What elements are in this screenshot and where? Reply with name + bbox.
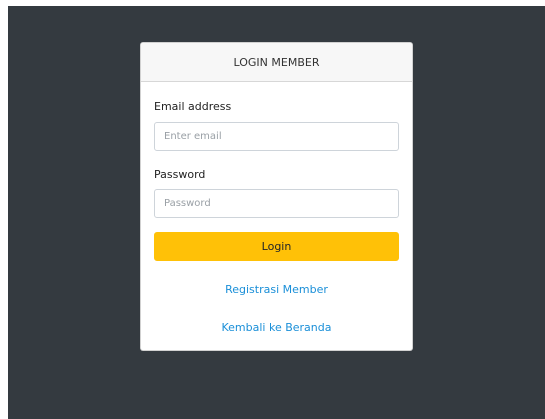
login-title: LOGIN MEMBER — [233, 55, 320, 69]
login-card: LOGIN MEMBER Email address Password Logi… — [140, 42, 413, 351]
password-input[interactable] — [154, 189, 399, 218]
card-header: LOGIN MEMBER — [141, 43, 412, 82]
email-label: Email address — [154, 100, 232, 113]
login-button[interactable]: Login — [154, 232, 399, 261]
home-link[interactable]: Kembali ke Beranda — [141, 321, 412, 334]
password-label: Password — [154, 168, 206, 181]
email-input[interactable] — [154, 122, 399, 151]
register-link[interactable]: Registrasi Member — [141, 283, 412, 296]
